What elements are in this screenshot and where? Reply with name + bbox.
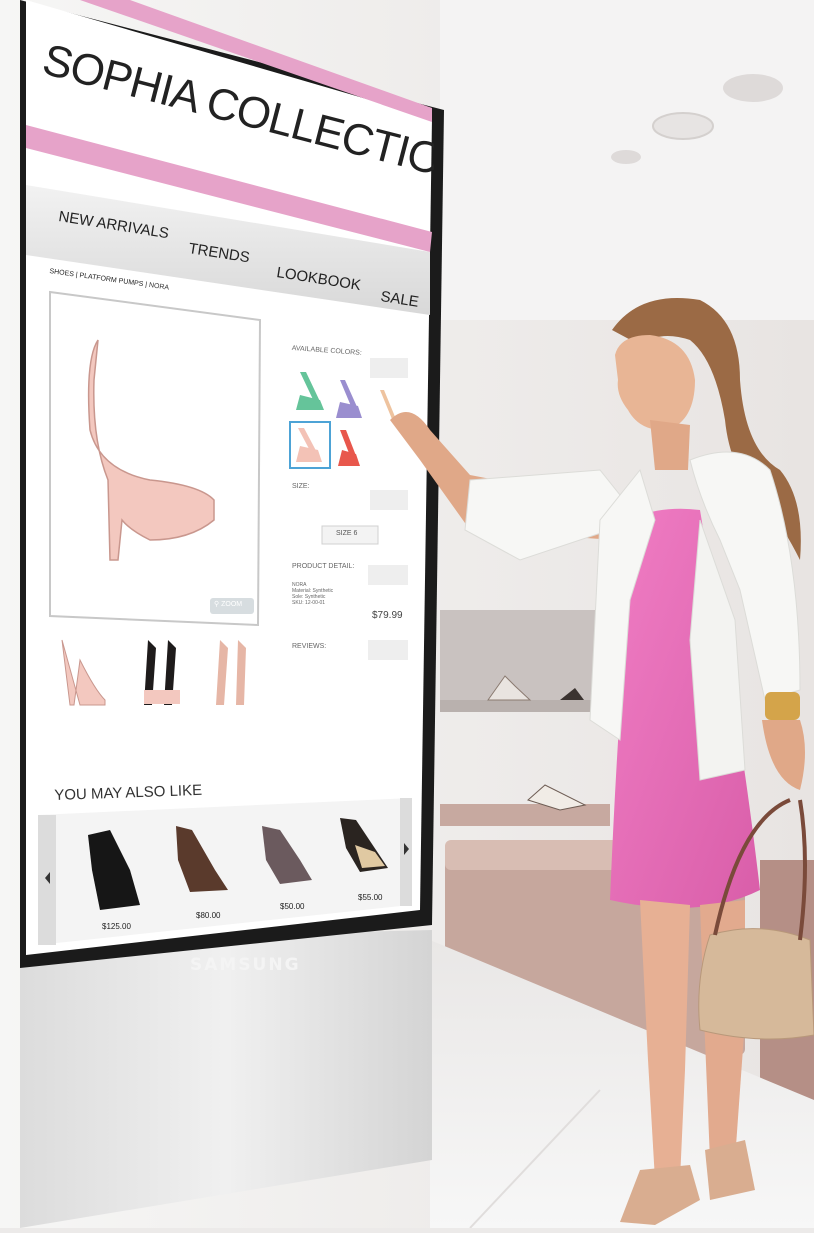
breadcrumb-path[interactable]: SHOES | PLATFORM PUMPS | bbox=[49, 268, 147, 289]
kiosk-screen: SOPHIA COLLECTION NEW ARRIVALS TRENDS LO… bbox=[26, 0, 434, 950]
magnifier-icon: ⚲ bbox=[214, 601, 220, 608]
product-price: $79.99 bbox=[372, 610, 403, 621]
product-detail-label: PRODUCT DETAIL: bbox=[292, 563, 355, 570]
available-colors-label: AVAILABLE COLORS: bbox=[291, 345, 363, 357]
product-sku: SKU: 12-00-01 bbox=[292, 600, 326, 606]
zoom-label: ZOOM bbox=[221, 601, 243, 608]
also-like-price-4: $55.00 bbox=[358, 893, 383, 902]
carousel-prev-button[interactable] bbox=[40, 868, 56, 884]
also-like-price-1: $125.00 bbox=[102, 922, 131, 931]
carousel-next-button[interactable] bbox=[398, 840, 412, 856]
size-label: SIZE: bbox=[292, 483, 310, 490]
breadcrumb: SHOES | PLATFORM PUMPS | NORA bbox=[49, 268, 169, 292]
also-like-price-2: $80.00 bbox=[196, 911, 221, 920]
size-select[interactable]: SIZE 6 bbox=[336, 530, 357, 537]
product-detail-text: NORA Material: Synthetic Sole: Synthetic… bbox=[292, 582, 333, 606]
also-like-price-3: $50.00 bbox=[280, 902, 305, 911]
device-brand-logo: SAMSUNG bbox=[190, 955, 301, 975]
nav-lookbook[interactable]: LOOKBOOK bbox=[275, 264, 362, 294]
zoom-button[interactable]: ⚲ ZOOM bbox=[214, 600, 242, 608]
kiosk-title: SOPHIA COLLECTION bbox=[37, 35, 434, 193]
breadcrumb-current: NORA bbox=[148, 281, 170, 292]
nav-trends[interactable]: TRENDS bbox=[187, 240, 251, 266]
nav-new-arrivals[interactable]: NEW ARRIVALS bbox=[57, 208, 170, 242]
reviews-label[interactable]: REVIEWS: bbox=[292, 643, 326, 650]
nav-sale[interactable]: SALE bbox=[379, 288, 420, 311]
also-like-heading: YOU MAY ALSO LIKE bbox=[54, 781, 203, 804]
